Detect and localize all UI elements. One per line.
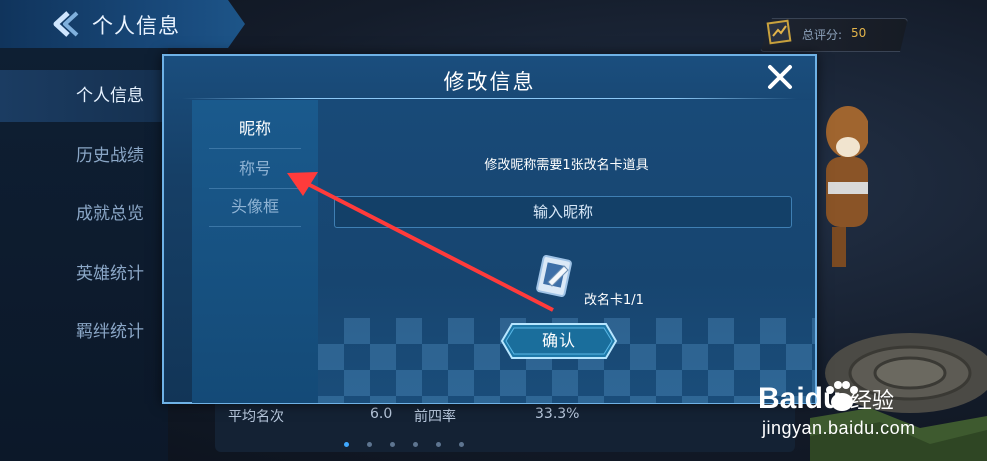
page-dot[interactable] [413,442,418,447]
dialog-title: 修改信息 [443,70,536,94]
score-label: 总评分: [802,28,843,42]
pet-figure-icon [826,106,868,267]
close-icon[interactable] [767,64,793,90]
avg-rank-label: 平均名次 [228,409,284,425]
edit-info-dialog: 修改信息 昵称 称号 头像框 修改昵称需要1张改名卡道具 改名卡1/1 确认 [162,54,817,404]
back-arrow-icon[interactable] [50,10,80,38]
rename-card-count: 改名卡1/1 [584,293,644,308]
page-dot[interactable] [459,442,464,447]
rename-card-icon [536,255,572,297]
top4-value: 33.3% [535,406,580,422]
watermark-url: jingyan.baidu.com [762,418,916,438]
sidebar-item-bonds[interactable]: 羁绊统计 [0,306,168,358]
top4-label: 前四率 [414,409,456,425]
watermark-brand: 经验 [850,388,895,413]
sidebar-item-achievements[interactable]: 成就总览 [0,188,168,240]
tab-avatar-frame[interactable]: 头像框 [209,188,301,227]
score-icon [766,19,792,45]
page-dot[interactable] [367,442,372,447]
stats-row [215,400,795,452]
score-value: 50 [851,26,867,40]
sidebar-item-heroes[interactable]: 英雄统计 [0,248,168,300]
sidebar-item-history[interactable]: 历史战绩 [0,130,168,182]
sidebar: 个人信息 历史战绩 成就总览 英雄统计 羁绊统计 [0,48,168,461]
nickname-input[interactable] [334,196,792,228]
page-dot[interactable] [390,442,395,447]
sidebar-item-profile[interactable]: 个人信息 [0,70,168,122]
page-dot[interactable] [344,442,349,447]
rename-hint: 修改昵称需要1张改名卡道具 [484,158,649,173]
page-title: 个人信息 [92,14,180,38]
page-dot[interactable] [436,442,441,447]
avg-rank-value: 6.0 [370,406,393,422]
header-divider [182,98,797,99]
tab-nickname[interactable]: 昵称 [209,110,301,149]
confirm-button[interactable] [500,322,618,360]
tab-title[interactable]: 称号 [209,150,301,189]
tab-list: 昵称 称号 头像框 [192,100,318,403]
